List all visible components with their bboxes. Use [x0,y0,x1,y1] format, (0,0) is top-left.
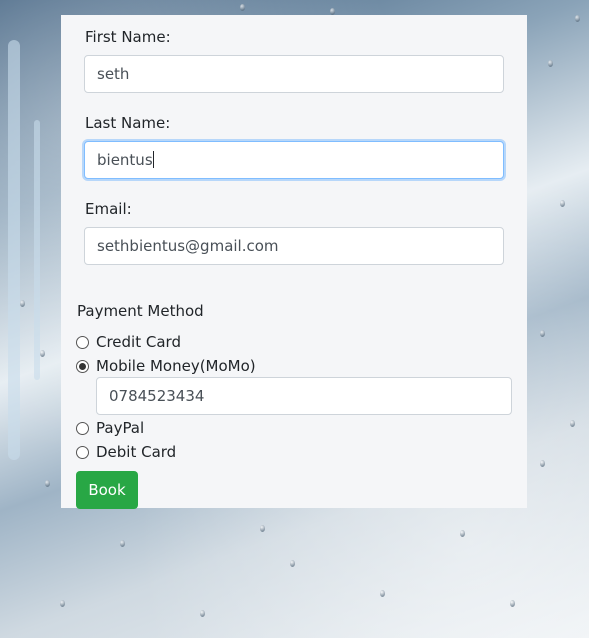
payment-option-credit-card[interactable]: Credit Card [76,333,181,351]
debit-card-label: Debit Card [96,443,177,461]
raindrop [548,60,553,67]
raindrop [380,590,385,597]
raindrop [120,540,125,547]
raindrop [260,525,265,532]
raindrop [40,350,45,357]
email-label: Email: [85,200,132,218]
mobile-money-label: Mobile Money(MoMo) [96,357,256,375]
book-button[interactable]: Book [76,471,138,509]
raindrop [540,330,545,337]
raindrop [240,4,245,11]
raindrop [540,460,545,467]
raindrop [20,300,25,307]
text-cursor [152,151,154,168]
raindrop [45,480,50,487]
mobile-money-radio[interactable] [76,359,89,373]
credit-card-radio[interactable] [76,335,89,349]
raindrop [330,8,335,15]
credit-card-label: Credit Card [96,333,181,351]
raindrop [460,530,465,537]
raindrop [570,420,575,427]
payment-method-label: Payment Method [77,302,204,320]
raindrop [200,610,205,617]
raindrop [560,200,565,207]
first-name-label: First Name: [85,28,171,46]
paypal-label: PayPal [96,419,145,437]
background-streak [34,120,40,380]
last-name-label: Last Name: [85,114,171,132]
first-name-input[interactable]: seth [84,55,504,93]
debit-card-radio[interactable] [76,445,89,459]
raindrop [510,600,515,607]
payment-option-mobile-money[interactable]: Mobile Money(MoMo) [76,357,256,375]
background-streak [8,40,20,460]
email-input[interactable]: sethbientus@gmail.com [84,227,504,265]
payment-option-paypal[interactable]: PayPal [76,419,144,437]
last-name-input[interactable]: bientus [84,141,504,179]
payment-option-debit-card[interactable]: Debit Card [76,443,176,461]
momo-number-input[interactable]: 0784523434 [96,377,512,415]
raindrop [60,600,65,607]
paypal-radio[interactable] [76,421,89,435]
last-name-value: bientus [97,151,153,169]
raindrop [290,560,295,567]
raindrop [575,15,580,22]
